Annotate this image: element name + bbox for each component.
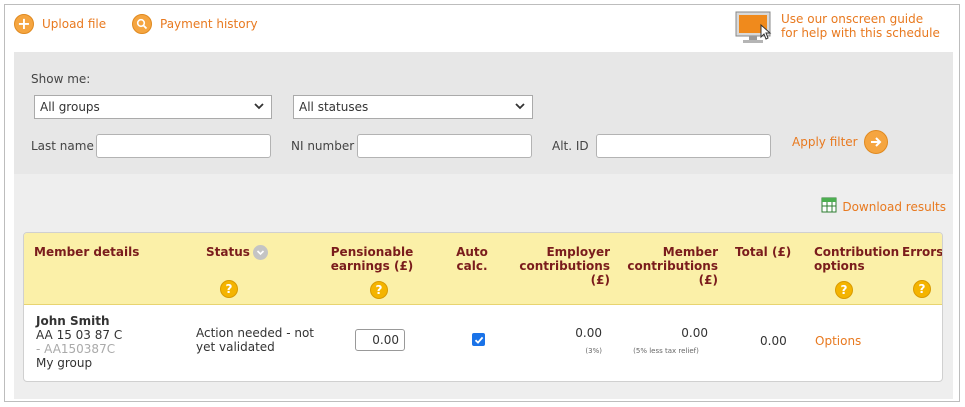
col-options-line1: Contribution — [814, 245, 900, 259]
arrow-right-icon — [863, 130, 888, 154]
col-errors: Errors — [902, 245, 943, 259]
pensionable-earnings-input[interactable]: 0.00 — [355, 329, 405, 351]
sort-icon[interactable] — [252, 245, 268, 260]
employer-note: (3%) — [585, 347, 602, 355]
employer-contributions-cell: 0.00 (3%) — [544, 326, 602, 358]
download-results-link[interactable]: Download results — [821, 197, 946, 216]
col-auto-calc: Auto calc. — [452, 245, 492, 273]
status-select-value: All statuses — [299, 100, 369, 114]
payment-history-label: Payment history — [160, 17, 258, 31]
help-icon[interactable]: ? — [835, 281, 853, 299]
group-select-value: All groups — [40, 100, 100, 114]
col-pensionable-line1: Pensionable — [330, 245, 414, 259]
col-total: Total (£) — [735, 245, 792, 259]
status-line2: yet validated — [196, 340, 275, 354]
member-note: (5% less tax relief) — [633, 347, 699, 355]
schedule-panel: + Upload file Payment history Use our on… — [4, 4, 960, 402]
help-icon[interactable]: ? — [220, 280, 238, 298]
upload-file-link[interactable]: + Upload file — [14, 14, 106, 34]
col-pensionable-line2: earnings (£) — [330, 259, 414, 273]
col-employer-line2: contributions (£) — [519, 259, 610, 287]
member-contributions-cell: 0.00 (5% less tax relief) — [624, 326, 708, 358]
employer-value: 0.00 — [575, 326, 602, 340]
member-group: My group — [36, 356, 93, 370]
ni-number-label: NI number — [291, 139, 355, 153]
ni-number-input[interactable] — [357, 134, 532, 158]
member-name: John Smith — [36, 314, 110, 328]
table-header: Member details Status Pensionable earnin… — [24, 233, 942, 305]
guide-line-1: Use our onscreen guide — [781, 12, 924, 26]
col-auto-line2: calc. — [456, 259, 488, 273]
show-me-label: Show me: — [31, 72, 91, 86]
status-line1: Action needed - not — [196, 326, 314, 340]
col-auto-line1: Auto — [456, 245, 488, 259]
col-status: Status — [206, 245, 268, 260]
col-member-contributions: Member contributions (£) — [616, 245, 718, 287]
member-alt-id: - AA150387C — [36, 342, 116, 356]
magnifier-icon — [132, 14, 152, 34]
monitor-guide-icon — [735, 11, 773, 48]
col-contribution-options: Contribution options — [814, 245, 899, 273]
total-cell: 0.00 — [760, 334, 787, 348]
help-icon[interactable]: ? — [913, 280, 931, 298]
help-icon[interactable]: ? — [370, 281, 388, 299]
alt-id-input[interactable] — [596, 134, 771, 158]
results-area: Download results Member details Status P… — [14, 174, 953, 399]
col-employer-contributions: Employer contributions (£) — [504, 245, 610, 287]
col-member-details: Member details — [34, 245, 140, 259]
col-options-line2: options — [814, 259, 865, 273]
member-ni: AA 15 03 87 C — [36, 328, 123, 342]
chevron-down-icon — [514, 100, 526, 115]
options-link[interactable]: Options — [815, 334, 861, 348]
group-select[interactable]: All groups — [34, 95, 272, 119]
payment-history-link[interactable]: Payment history — [132, 14, 258, 34]
contributions-table: Member details Status Pensionable earnin… — [23, 232, 943, 382]
col-pensionable-earnings: Pensionable earnings (£) — [324, 245, 420, 273]
checkmark-icon — [474, 336, 483, 344]
apply-filter-button[interactable]: Apply filter — [792, 130, 888, 154]
plus-icon: + — [14, 14, 34, 34]
spreadsheet-icon — [821, 197, 837, 216]
alt-id-label: Alt. ID — [552, 139, 589, 153]
status-cell: Action needed - not yet validated — [196, 326, 314, 354]
upload-file-label: Upload file — [42, 17, 107, 31]
apply-filter-label: Apply filter — [792, 135, 858, 149]
member-details-cell: John Smith AA 15 03 87 C - AA150387C My … — [36, 314, 122, 370]
col-member-line2: contributions (£) — [627, 259, 718, 287]
auto-calc-checkbox[interactable] — [472, 333, 485, 346]
member-value: 0.00 — [681, 326, 708, 340]
filter-panel: Show me: All groups All statuses Last na… — [14, 52, 953, 174]
chevron-down-icon — [253, 100, 265, 115]
col-employer-line1: Employer — [546, 245, 610, 259]
last-name-label: Last name — [31, 139, 94, 153]
status-select[interactable]: All statuses — [293, 95, 533, 119]
download-results-label: Download results — [842, 199, 946, 214]
col-member-line1: Member — [662, 245, 718, 259]
last-name-input[interactable] — [96, 134, 271, 158]
col-status-label: Status — [206, 245, 250, 259]
onscreen-guide-link[interactable]: Use our onscreen guide for help with thi… — [735, 11, 940, 48]
guide-line-2: for help with this schedule — [781, 26, 940, 40]
